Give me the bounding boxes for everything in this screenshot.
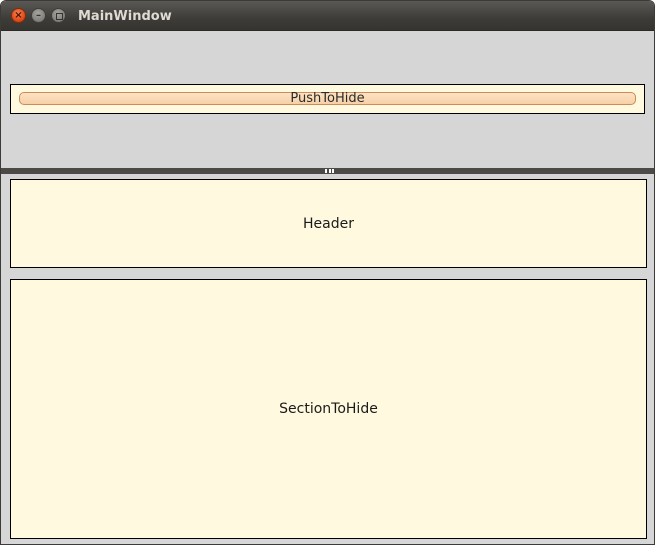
grip-line bbox=[332, 169, 334, 173]
grip-line bbox=[325, 169, 327, 173]
header-frame: Header bbox=[10, 179, 647, 268]
main-window: × – MainWindow PushToHide Header Section… bbox=[0, 0, 655, 545]
window-title: MainWindow bbox=[78, 9, 172, 24]
top-pane: PushToHide bbox=[1, 31, 654, 168]
section-to-hide-label: SectionToHide bbox=[279, 401, 378, 417]
maximize-square bbox=[56, 13, 63, 20]
close-icon[interactable]: × bbox=[11, 8, 26, 23]
minimize-icon[interactable]: – bbox=[31, 8, 46, 23]
grip-line bbox=[328, 169, 331, 173]
splitter-grip-icon[interactable] bbox=[325, 169, 334, 173]
header-label: Header bbox=[303, 215, 354, 232]
title-bar[interactable]: × – MainWindow bbox=[1, 1, 654, 31]
push-button-frame: PushToHide bbox=[10, 84, 645, 114]
bottom-pane: Header SectionToHide bbox=[1, 174, 654, 544]
maximize-icon[interactable] bbox=[51, 8, 66, 23]
push-to-hide-button[interactable]: PushToHide bbox=[19, 92, 636, 105]
section-to-hide-frame: SectionToHide bbox=[10, 279, 647, 539]
